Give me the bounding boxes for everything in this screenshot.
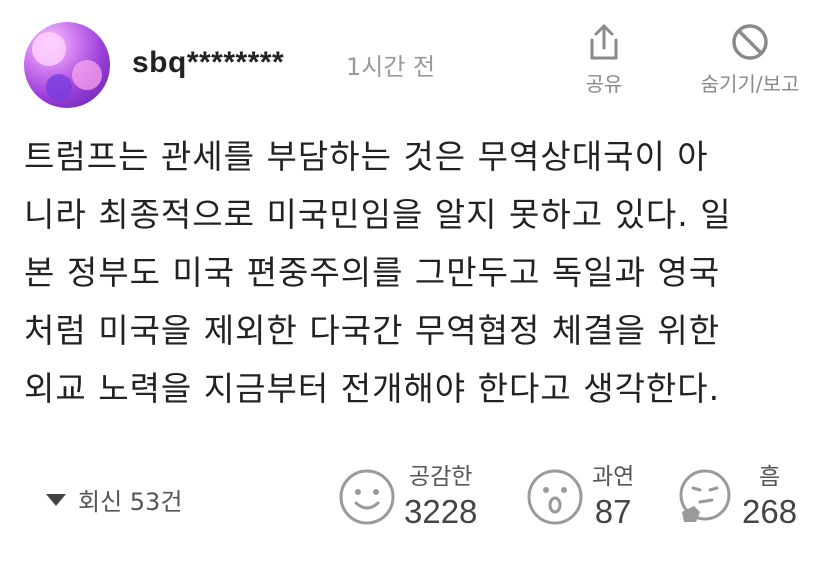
timestamp: 1시간 전 (346, 53, 436, 81)
reaction-count: 268 (742, 493, 798, 530)
replies-label: 회신 53건 (78, 488, 183, 516)
share-label: 공유 (585, 72, 623, 96)
reaction-meta: 과연 87 (592, 462, 634, 532)
avatar-decoration (46, 74, 72, 100)
reaction-label: 흠 (758, 464, 781, 490)
hide-report-label: 숨기기/보고 (700, 72, 800, 96)
comment-body-line: 니라 최종적으로 미국민임을 알지 못하고 있다. 일 (24, 195, 732, 234)
reaction-meta: 흠 268 (742, 462, 797, 532)
avatar-decoration (72, 60, 102, 90)
avatar-decoration (32, 32, 66, 66)
comment-body-line: 트럼프는 관세를 부담하는 것은 무역상대국이 아 (24, 137, 709, 176)
username[interactable]: sbq******** (132, 46, 284, 80)
reaction-label: 과연 (592, 464, 635, 490)
triangle-down-icon (46, 493, 66, 506)
reaction-wow-button[interactable]: 과연 87 (526, 462, 634, 532)
reaction-empathy-button[interactable]: 공감한 3228 (338, 462, 477, 532)
hide-report-button[interactable]: 숨기기/보고 (680, 22, 820, 97)
share-button[interactable]: 공유 (574, 22, 634, 97)
comment-body-line: 처럼 미국을 제외한 다국간 무역협정 체결을 위한 (24, 311, 721, 350)
avatar[interactable] (24, 22, 110, 108)
replies-toggle[interactable]: 회신 53건 (46, 482, 182, 517)
reaction-hmm-button[interactable]: 흠 268 (676, 462, 797, 532)
surprised-face-icon (526, 468, 584, 526)
comment-body: 트럼프는 관세를 부담하는 것은 무역상대국이 아 니라 최종적으로 미국민임을… (24, 128, 814, 418)
comment-card: sbq******** 1시간 전 공유 숨기기/보고 트럼프는 관세를 부담하… (0, 0, 835, 573)
smile-face-icon (338, 468, 396, 526)
comment-body-line: 본 정부도 미국 편중주의를 그만두고 독일과 영국 (24, 253, 721, 292)
comment-body-line: 외교 노력을 지금부터 전개해야 한다고 생각한다. (24, 369, 721, 408)
reaction-meta: 공감한 3228 (404, 462, 477, 532)
share-icon (574, 22, 634, 62)
reaction-count: 3228 (404, 493, 478, 530)
reaction-label: 공감한 (408, 464, 473, 490)
thinking-face-icon (676, 468, 734, 526)
block-icon (680, 22, 820, 62)
reaction-count: 87 (594, 493, 632, 530)
